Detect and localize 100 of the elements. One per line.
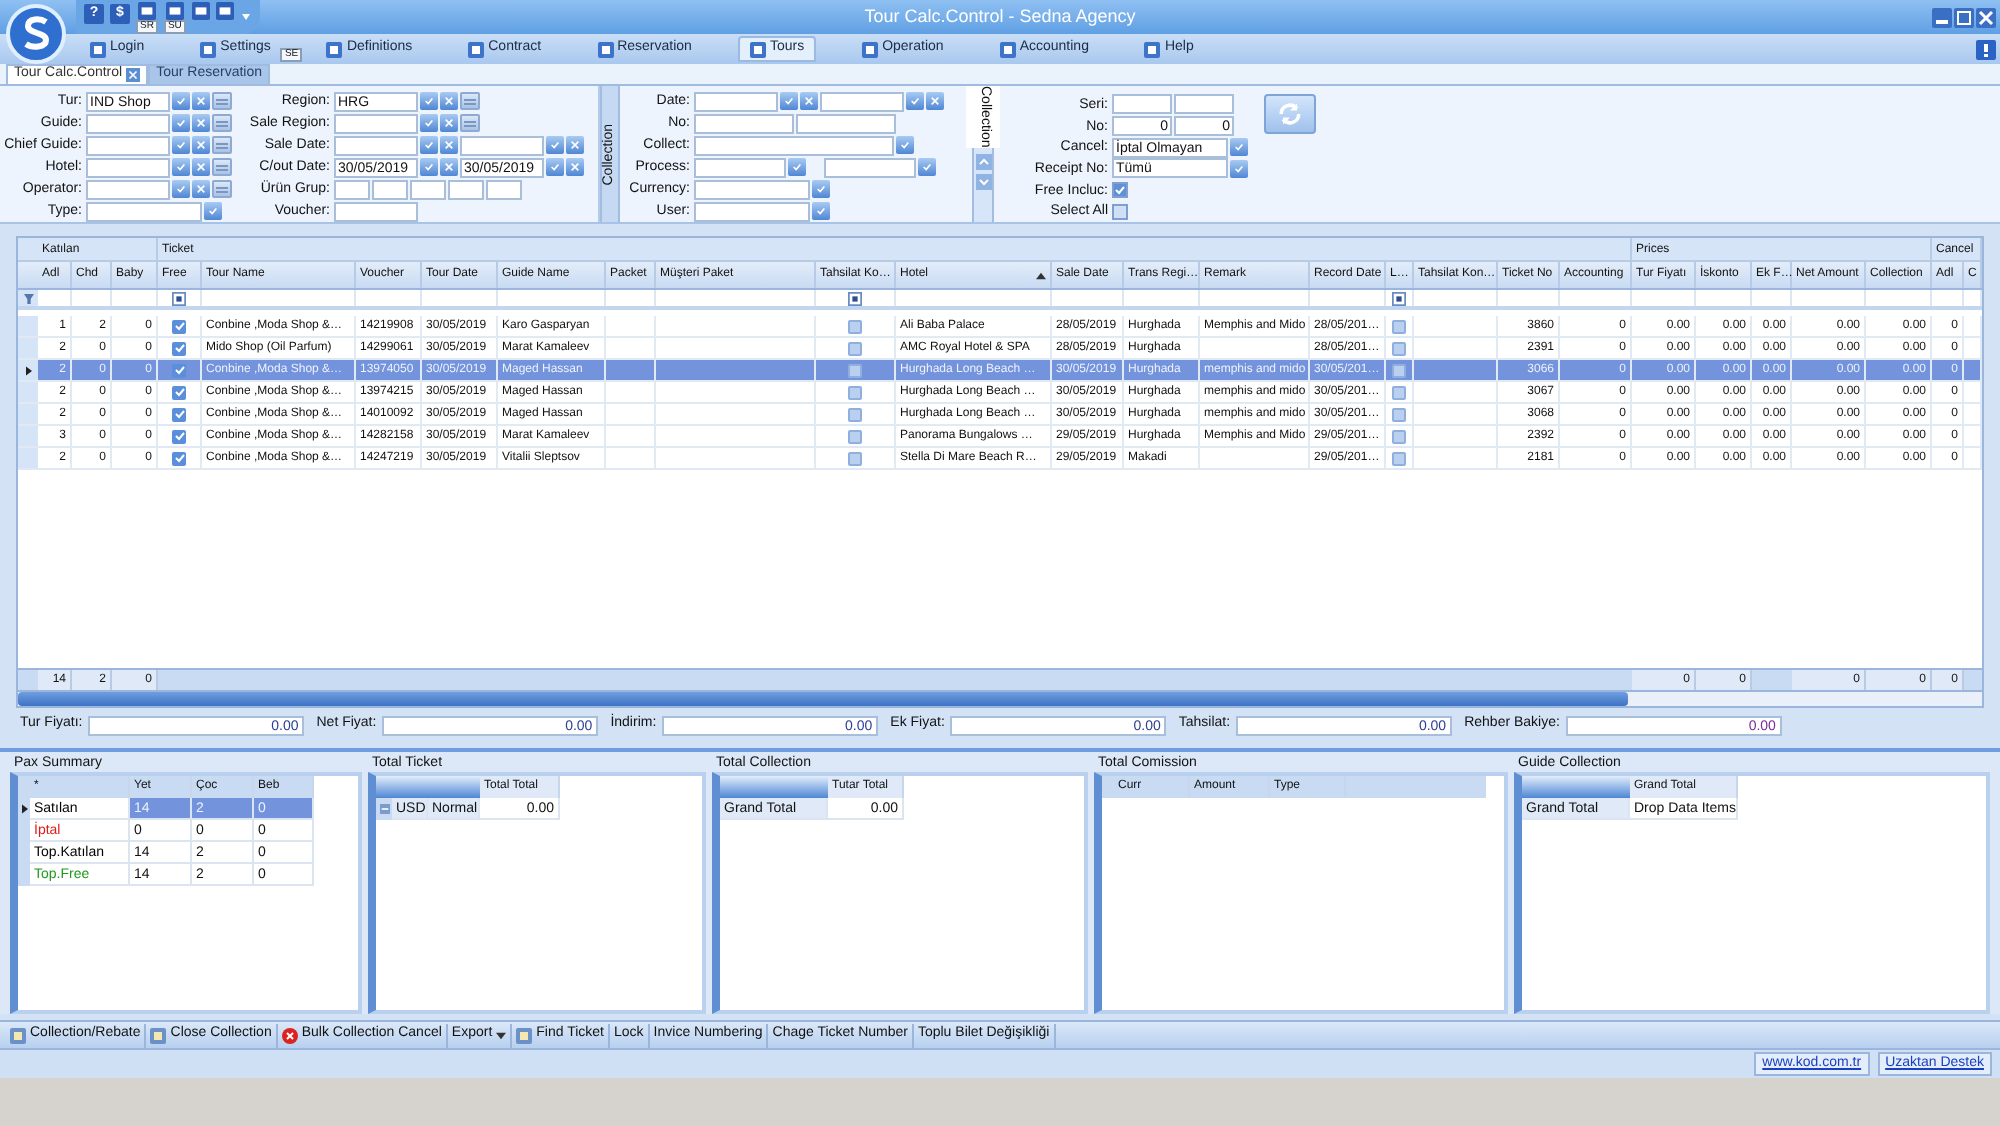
minimize-button[interactable]	[1932, 7, 1952, 27]
check-icon	[900, 140, 910, 150]
scroll-down-icon[interactable]	[975, 173, 991, 190]
input-field[interactable]	[694, 157, 786, 177]
customize-caret-icon[interactable]	[239, 10, 252, 22]
lookup-button[interactable]	[460, 92, 480, 110]
checkbox[interactable]	[848, 341, 862, 355]
dropdown-button[interactable]	[918, 158, 936, 176]
input-field[interactable]	[86, 201, 202, 221]
dropdown-button[interactable]	[788, 158, 806, 176]
input-field[interactable]	[824, 157, 916, 177]
clear-button[interactable]	[566, 136, 584, 154]
input-field[interactable]	[334, 179, 370, 199]
checkbox[interactable]	[848, 407, 862, 421]
dropdown-button[interactable]	[420, 114, 438, 132]
input-field[interactable]	[694, 91, 778, 111]
dropdown-button[interactable]	[906, 92, 924, 110]
input-field[interactable]	[86, 113, 170, 133]
input-field[interactable]	[820, 91, 904, 111]
checkbox[interactable]	[1392, 407, 1406, 421]
clear-button[interactable]	[440, 136, 458, 154]
checkbox[interactable]	[1112, 203, 1128, 220]
dropdown-button[interactable]	[812, 202, 830, 220]
dropdown-button[interactable]	[172, 158, 190, 176]
checkbox[interactable]	[1112, 182, 1128, 199]
checkbox[interactable]	[1392, 341, 1406, 355]
restore-button[interactable]	[1954, 7, 1974, 27]
lookup-button[interactable]	[212, 92, 232, 110]
input-field[interactable]	[1112, 94, 1172, 115]
input-field[interactable]	[86, 157, 170, 177]
filter-checkbox-icon[interactable]	[172, 291, 186, 305]
dropdown-button[interactable]	[546, 136, 564, 154]
clear-button[interactable]	[440, 158, 458, 176]
dropdown-button[interactable]	[1230, 138, 1248, 157]
checkbox[interactable]	[848, 429, 862, 443]
clear-button[interactable]	[566, 158, 584, 176]
dropdown-button[interactable]	[172, 180, 190, 198]
input-field[interactable]	[334, 113, 418, 133]
filter-checkbox-icon[interactable]	[848, 291, 862, 305]
input-field[interactable]	[334, 135, 418, 155]
clear-button[interactable]	[440, 114, 458, 132]
check-icon	[176, 118, 186, 128]
filter-checkbox-icon[interactable]	[1392, 291, 1406, 305]
input-field[interactable]	[1174, 94, 1234, 115]
dropdown-button[interactable]	[420, 92, 438, 110]
input-field[interactable]	[694, 201, 810, 221]
input-field[interactable]	[86, 135, 170, 155]
dropdown-button[interactable]	[546, 158, 564, 176]
input-field[interactable]	[796, 113, 896, 133]
close-button[interactable]	[1976, 7, 1996, 27]
input-field[interactable]	[460, 135, 544, 155]
input-field[interactable]	[694, 135, 894, 155]
checkbox[interactable]	[1392, 451, 1406, 465]
lookup-button[interactable]	[212, 114, 232, 132]
clear-button[interactable]	[192, 92, 210, 110]
sort-arrow-icon[interactable]	[1036, 272, 1046, 280]
input-field[interactable]	[334, 201, 418, 221]
lookup-button[interactable]	[460, 114, 480, 132]
input-field[interactable]	[694, 113, 794, 133]
clear-button[interactable]	[926, 92, 944, 110]
input-field[interactable]	[86, 179, 170, 199]
dropdown-button[interactable]	[1230, 159, 1248, 178]
dropdown-button[interactable]	[204, 202, 222, 220]
clear-button[interactable]	[440, 92, 458, 110]
input-field[interactable]	[486, 179, 522, 199]
input-field[interactable]	[448, 179, 484, 199]
clear-button[interactable]	[192, 114, 210, 132]
input-field[interactable]	[372, 179, 408, 199]
checkbox[interactable]	[1392, 319, 1406, 333]
dropdown-button[interactable]	[420, 158, 438, 176]
refresh-button[interactable]	[1264, 94, 1316, 134]
clear-button[interactable]	[192, 158, 210, 176]
clear-button[interactable]	[800, 92, 818, 110]
clear-button[interactable]	[192, 136, 210, 154]
row-selector[interactable]	[18, 360, 38, 380]
checkbox[interactable]	[848, 451, 862, 465]
checkbox[interactable]	[1392, 363, 1406, 377]
input-field[interactable]	[694, 179, 810, 199]
dropdown-button[interactable]	[896, 136, 914, 154]
lookup-button[interactable]	[212, 158, 232, 176]
checkbox[interactable]	[1392, 385, 1406, 399]
lookup-button[interactable]	[212, 180, 232, 198]
dropdown-button[interactable]	[172, 136, 190, 154]
collapse-icon[interactable]	[379, 804, 389, 814]
x-icon	[930, 96, 940, 106]
dropdown-button[interactable]	[780, 92, 798, 110]
clear-button[interactable]	[192, 180, 210, 198]
scroll-up-icon[interactable]	[975, 153, 991, 170]
checkbox[interactable]	[1392, 429, 1406, 443]
dropdown-button[interactable]	[420, 136, 438, 154]
dropdown-button[interactable]	[812, 180, 830, 198]
input-field[interactable]	[410, 179, 446, 199]
alert-icon[interactable]	[1976, 39, 1996, 59]
checkbox[interactable]	[848, 385, 862, 399]
close-tab-icon[interactable]	[126, 68, 141, 82]
lookup-button[interactable]	[212, 136, 232, 154]
checkbox[interactable]	[848, 319, 862, 333]
checkbox[interactable]	[848, 363, 862, 377]
dropdown-button[interactable]	[172, 114, 190, 132]
dropdown-button[interactable]	[172, 92, 190, 110]
